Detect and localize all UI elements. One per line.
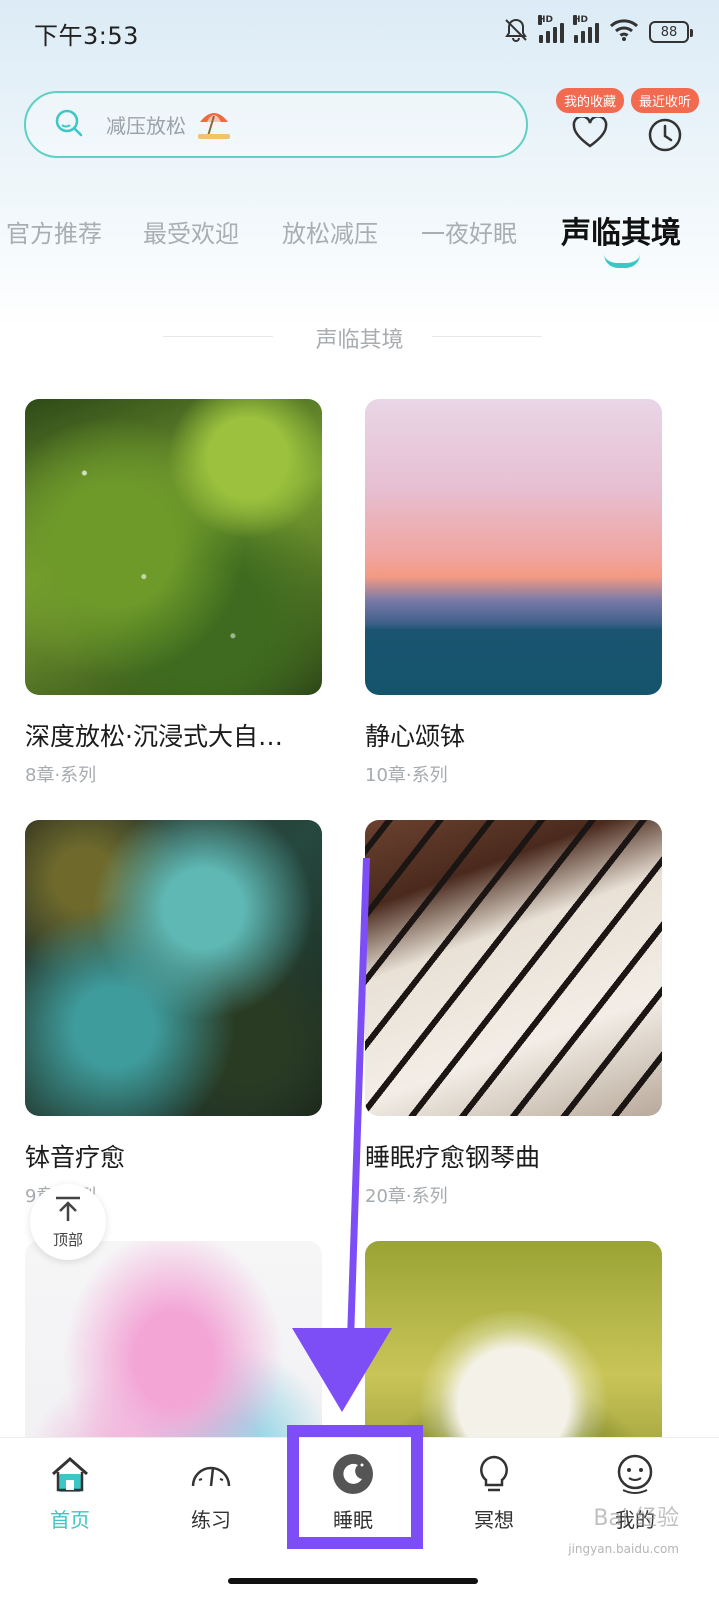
watermark-brand: Bai 经验 <box>593 1506 679 1531</box>
annotation-highlight-box <box>287 1425 423 1549</box>
watermark-url: jingyan.baidu.com <box>568 1542 679 1556</box>
annotation-arrow <box>292 858 392 1412</box>
